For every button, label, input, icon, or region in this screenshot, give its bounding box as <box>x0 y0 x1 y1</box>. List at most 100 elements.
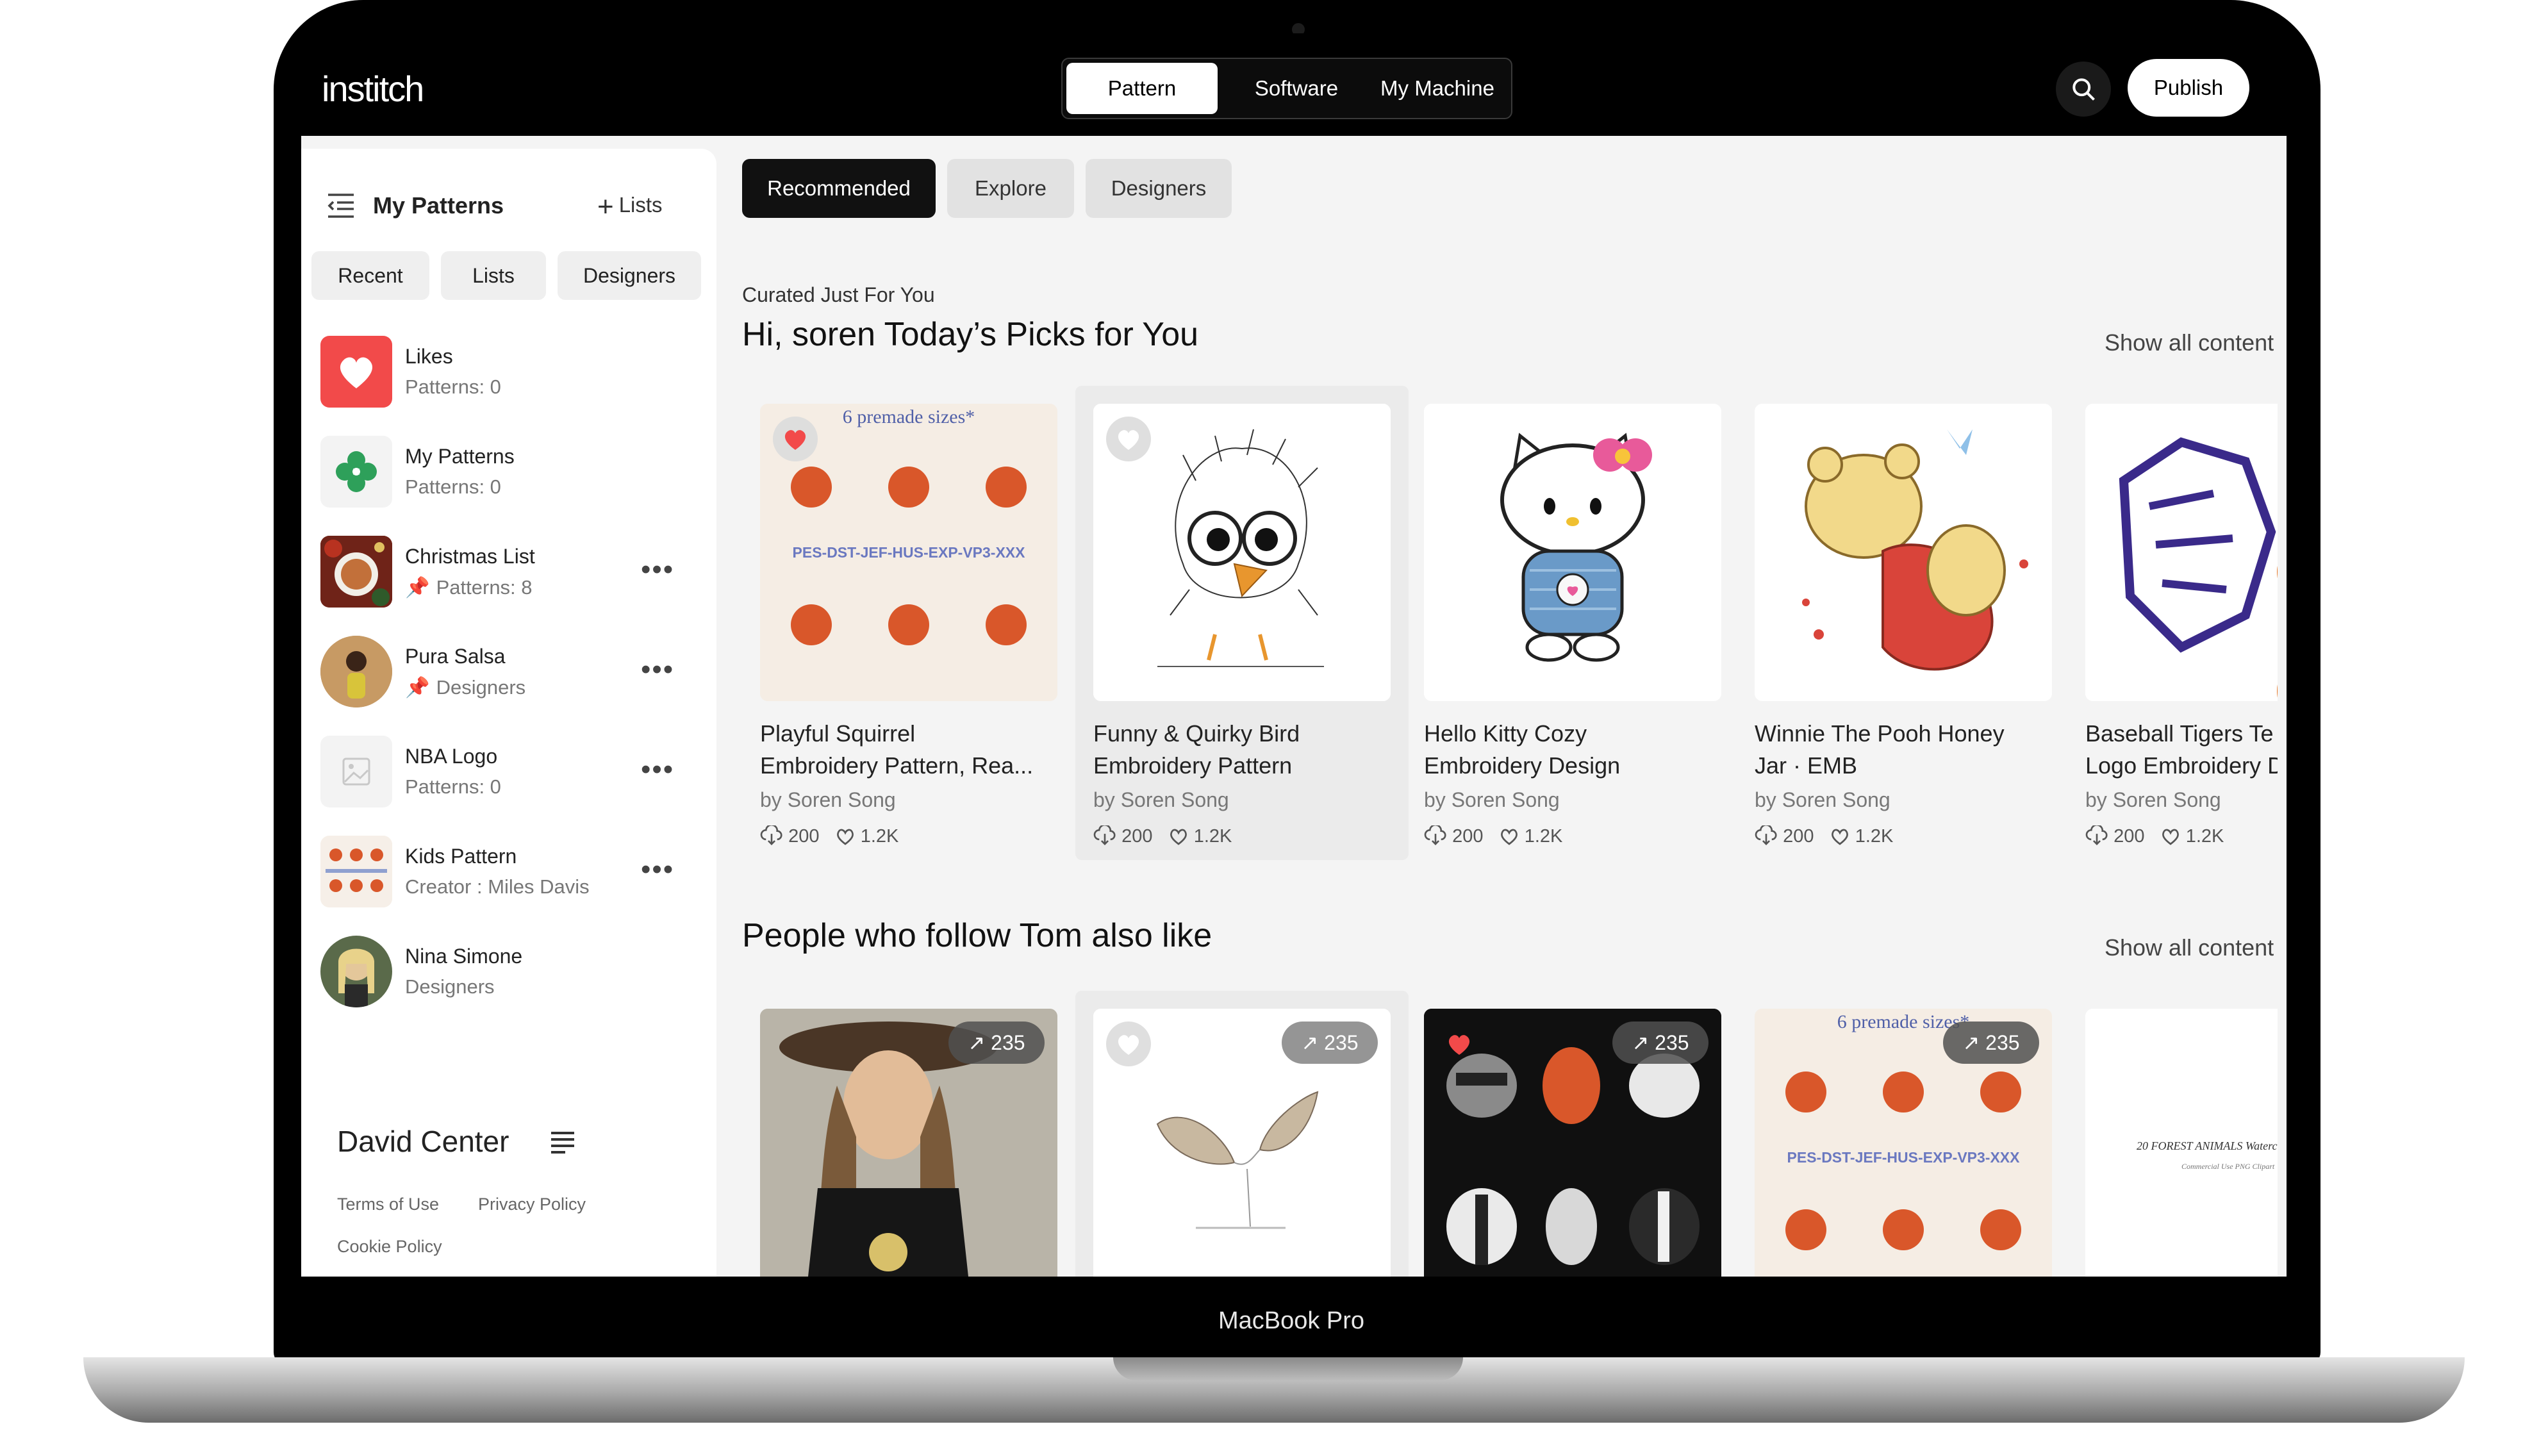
heart-icon <box>784 430 806 450</box>
heart-outline-icon <box>836 829 854 845</box>
section-title: Hi, soren Today’s Picks for You <box>742 316 1199 353</box>
like-button[interactable] <box>1106 1022 1151 1066</box>
menu-icon[interactable] <box>549 1129 577 1155</box>
sidebar-item-christmas-list[interactable]: Christmas List 📌 Patterns: 8 ••• <box>320 536 699 613</box>
kids-pattern-thumb <box>320 836 392 907</box>
sidebar-title: My Patterns <box>373 192 504 219</box>
search-button[interactable] <box>2056 62 2111 117</box>
like-button[interactable] <box>773 417 818 461</box>
card-image: ↗ 235 <box>1093 1009 1391 1277</box>
collapse-menu-icon[interactable] <box>326 191 356 219</box>
pin-icon: 📌 <box>405 676 430 699</box>
trend-icon: ↗ <box>1301 1031 1319 1054</box>
like-count: 1.2K <box>1193 826 1232 847</box>
sidebar-item-label: My Patterns <box>405 445 515 468</box>
card-title-line: Embroidery Pattern, Rea... <box>760 752 1034 779</box>
section-kicker: Curated Just For You <box>742 283 935 306</box>
heart-icon <box>340 357 373 388</box>
card-title-line: Embroidery Design <box>1424 752 1621 779</box>
sidebar-item-likes[interactable]: Likes Patterns: 0 <box>320 336 699 413</box>
sidebar-item-kids-pattern[interactable]: Kids Pattern Creator : Miles Davis ••• <box>320 836 699 913</box>
trend-icon: ↗ <box>1962 1031 1980 1054</box>
card-stats: 200 1.2K <box>2085 823 2224 847</box>
trend-count: 235 <box>991 1031 1025 1054</box>
add-list-button[interactable]: + Lists <box>597 191 663 223</box>
avatar <box>320 636 392 707</box>
download-count: 200 <box>1783 826 1814 847</box>
sidebar-item-sub: Patterns: 0 <box>405 775 501 798</box>
nba-thumb <box>320 736 392 807</box>
trend-icon: ↗ <box>1632 1031 1650 1054</box>
search-icon <box>2072 78 2095 101</box>
show-all-link[interactable]: Show all content <box>2105 329 2274 356</box>
likes-thumb <box>320 336 392 408</box>
avatar <box>320 936 392 1007</box>
like-button[interactable] <box>1106 417 1151 461</box>
card-author[interactable]: by Soren Song <box>1755 788 1890 812</box>
card-image <box>1755 404 2052 701</box>
card-author[interactable]: by Soren Song <box>1093 788 1229 812</box>
publish-button[interactable]: Publish <box>2128 59 2249 117</box>
heart-icon <box>1448 1035 1470 1055</box>
card-title: Playful Squirrel Embroidery Pattern, Rea.… <box>760 718 1061 782</box>
download-count: 200 <box>2114 826 2145 847</box>
cookie-link[interactable]: Cookie Policy <box>337 1237 442 1257</box>
sidebar-item-nba-logo[interactable]: NBA Logo Patterns: 0 ••• <box>320 736 699 813</box>
card-stats: 200 1.2K <box>760 823 899 847</box>
card-image: ↗ 235 <box>760 1009 1057 1277</box>
sidebar-item-my-patterns[interactable]: My Patterns Patterns: 0 <box>320 436 699 513</box>
like-button[interactable] <box>1437 1022 1482 1066</box>
more-options-icon[interactable]: ••• <box>641 654 674 686</box>
download-icon <box>1093 823 1116 845</box>
more-options-icon[interactable]: ••• <box>641 854 674 886</box>
card-title: Hello Kitty Cozy Embroidery Design <box>1424 718 1725 782</box>
download-count: 200 <box>788 826 820 847</box>
mode-tab-my-machine[interactable]: My Machine <box>1370 63 1505 114</box>
chip-recent[interactable]: Recent <box>311 251 429 300</box>
more-options-icon[interactable]: ••• <box>641 554 674 586</box>
top-bar: institch Pattern Software My Machine Pub… <box>301 33 2287 135</box>
pin-icon: 📌 <box>405 576 430 599</box>
sidebar-item-label: Christmas List <box>405 545 535 568</box>
show-all-link[interactable]: Show all content <box>2105 934 2274 961</box>
tab-explore[interactable]: Explore <box>947 159 1074 218</box>
card-image: 6 premade sizes* PES-DST-JEF-HUS-EXP-VP3… <box>760 404 1057 701</box>
like-count: 1.2K <box>1855 826 1894 847</box>
card-title-line: Baseball Tigers Te <box>2085 720 2274 747</box>
trending-badge: ↗ 235 <box>948 1022 1045 1064</box>
card-author[interactable]: by Soren Song <box>1424 788 1560 812</box>
download-icon <box>1424 823 1446 845</box>
terms-link[interactable]: Terms of Use <box>337 1195 439 1214</box>
tigers-logo-image: TIGERS <box>2085 404 2278 701</box>
trend-icon: ↗ <box>968 1031 986 1054</box>
privacy-link[interactable]: Privacy Policy <box>478 1195 586 1214</box>
winnie-pooh-image <box>1755 404 2052 701</box>
mode-tab-pattern[interactable]: Pattern <box>1066 63 1218 114</box>
image-placeholder-icon <box>342 757 370 786</box>
mode-tab-software[interactable]: Software <box>1223 63 1370 114</box>
more-options-icon[interactable]: ••• <box>641 754 674 786</box>
sidebar-item-nina-simone[interactable]: Nina Simone Designers <box>320 936 699 1013</box>
trending-badge: ↗ 235 <box>1612 1022 1708 1064</box>
card-image: 6 premade sizes* PES-DST-JEF-HUS-EXP-VP3… <box>1755 1009 2052 1277</box>
tab-designers[interactable]: Designers <box>1086 159 1232 218</box>
tab-recommended[interactable]: Recommended <box>742 159 936 218</box>
card-title: Funny & Quirky Bird Embroidery Pattern <box>1093 718 1394 782</box>
heart-outline-icon <box>2162 829 2179 845</box>
christmas-thumb <box>320 536 392 608</box>
like-count: 1.2K <box>860 826 899 847</box>
sidebar-item-pura-salsa[interactable]: Pura Salsa 📌 Designers ••• <box>320 636 699 713</box>
trend-count: 235 <box>1324 1031 1359 1054</box>
user-name[interactable]: David Center <box>337 1124 509 1159</box>
chip-designers[interactable]: Designers <box>558 251 701 300</box>
card-author[interactable]: by Soren Song <box>2085 788 2221 812</box>
card-image-subtext: Commercial Use PNG Clipart <box>2181 1162 2275 1171</box>
card-author[interactable]: by Soren Song <box>760 788 896 812</box>
sidebar-item-sub-text: Patterns: 8 <box>436 576 533 599</box>
card-clip: TIGERS Baseball Tigers Te Logo Embroidery… <box>2085 392 2278 879</box>
chip-lists[interactable]: Lists <box>441 251 546 300</box>
screen: institch Pattern Software My Machine Pub… <box>301 33 2287 1277</box>
card-title-line: Embroidery Pattern <box>1093 752 1293 779</box>
app-logo[interactable]: institch <box>322 68 424 110</box>
like-count: 1.2K <box>2185 826 2224 847</box>
